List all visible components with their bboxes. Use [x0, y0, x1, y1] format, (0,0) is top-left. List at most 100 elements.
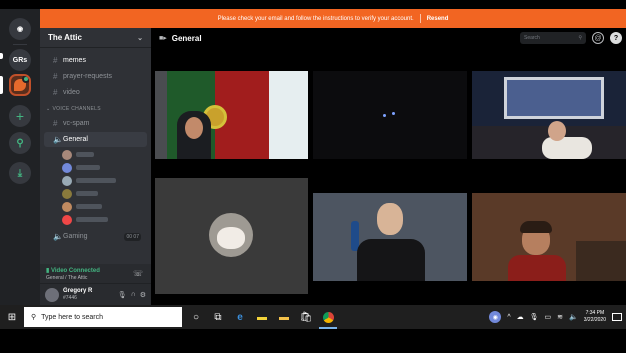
avatar [62, 162, 72, 173]
server-divider [13, 44, 27, 45]
channel-label: General [63, 136, 88, 143]
search-icon: ⚲ [31, 314, 37, 321]
video-camera-icon: ■▸ [159, 35, 167, 42]
volume-icon[interactable]: 🔈 [569, 313, 578, 321]
avatar [62, 214, 72, 225]
channel-title: General [171, 33, 202, 43]
cloud-icon[interactable]: ☁ [517, 313, 524, 321]
avatar-tile[interactable] [155, 178, 308, 294]
connection-location: General / The Attic [46, 275, 88, 281]
video-call-area: ■▸ General Search ⚲ @ ? [151, 28, 626, 305]
channel-label: memes [63, 57, 86, 64]
download-apps-button[interactable]: ⤓ [9, 162, 31, 184]
store-icon[interactable]: 🛍 [299, 310, 313, 324]
wifi-icon[interactable]: ≋ [557, 313, 563, 321]
search-input[interactable]: Search ⚲ [520, 32, 586, 44]
guild-header[interactable]: The Attic ⌄ [40, 28, 151, 48]
microphone-icon[interactable]: 🎙 [530, 313, 539, 321]
user-discriminator: #7446 [63, 295, 77, 301]
voice-connection-panel: ▮ Video Connected General / The Attic ☏ [40, 264, 151, 284]
avatar [62, 188, 72, 199]
video-tile[interactable] [472, 71, 626, 159]
voice-channel-gaming[interactable]: 🔈 Gaming 00 07 [44, 229, 147, 244]
avatar[interactable] [45, 287, 59, 302]
voice-user[interactable] [40, 161, 151, 174]
taskbar-search-input[interactable]: ⚲ Type here to search [24, 307, 182, 327]
channel-label: prayer-requests [63, 73, 113, 80]
avatar [62, 201, 72, 212]
add-server-button[interactable]: + [9, 105, 31, 127]
blurred-username [76, 152, 94, 157]
mentions-icon[interactable]: @ [592, 32, 604, 44]
windows-start-button[interactable]: ⊞ [0, 312, 24, 323]
avatar [62, 175, 72, 186]
voice-user[interactable] [40, 213, 151, 226]
search-icon: ⚲ [16, 137, 24, 149]
connection-status: ▮ Video Connected [46, 268, 100, 274]
chevron-down-icon: ⌄ [137, 34, 143, 42]
chevron-up-icon[interactable]: ^ [507, 314, 510, 321]
home-button[interactable]: ◉ [9, 18, 31, 40]
category-label: VOICE CHANNELS [52, 105, 101, 112]
chrome-browser-icon[interactable] [319, 310, 337, 329]
blurred-username [76, 204, 102, 209]
server-grs[interactable]: GRs [9, 49, 31, 71]
headphones-icon[interactable]: ∩ [131, 291, 136, 299]
system-tray: ◉ ^ ☁ 🎙 ▭ ≋ 🔈 7:34 PM 3/22/2020 [489, 310, 626, 324]
voice-category-header[interactable]: ⌄ VOICE CHANNELS [40, 102, 151, 115]
video-tile[interactable] [313, 71, 467, 159]
voice-active-indicator [22, 76, 29, 83]
avatar [62, 149, 72, 160]
download-icon: ⤓ [17, 167, 23, 179]
verify-email-banner: Please check your email and follow the i… [40, 9, 626, 28]
help-icon[interactable]: ? [610, 32, 622, 44]
windows-taskbar: ⊞ ⚲ Type here to search ○ ⧉ e ▬ ▬ 🛍 ◉ ^ … [0, 305, 626, 329]
signal-icon: ▮ [46, 268, 50, 274]
channel-label: Gaming [63, 233, 88, 240]
channel-video[interactable]: # video [44, 85, 147, 100]
letterbox [0, 329, 626, 353]
blurred-username [76, 165, 100, 170]
voice-user[interactable] [40, 148, 151, 161]
user-panel: Gregory R #7446 🎙 ∩ ⚙ [40, 284, 151, 305]
blurred-username [76, 178, 116, 183]
speaker-icon: 🔈 [53, 232, 63, 241]
voice-user[interactable] [40, 200, 151, 213]
hash-icon: # [53, 72, 58, 81]
video-tile[interactable] [472, 193, 626, 281]
channel-vc-spam[interactable]: # vc-spam [44, 116, 147, 131]
video-tile[interactable] [313, 193, 467, 281]
voice-user[interactable] [40, 174, 151, 187]
plus-icon: + [15, 108, 25, 124]
microphone-icon[interactable]: 🎙 [118, 291, 127, 299]
clock[interactable]: 7:34 PM 3/22/2020 [584, 310, 606, 324]
file-explorer-icon[interactable]: ▬ [277, 310, 291, 324]
windows-logo-icon: ⊞ [7, 311, 17, 323]
channel-prayer-requests[interactable]: # prayer-requests [44, 69, 147, 84]
explore-servers-button[interactable]: ⚲ [9, 132, 31, 154]
channel-sidebar: The Attic ⌄ # memes # prayer-requests # … [40, 28, 151, 305]
gear-icon[interactable]: ⚙ [140, 291, 146, 299]
voice-channel-general[interactable]: 🔈 General [44, 132, 147, 147]
channel-memes[interactable]: # memes [44, 53, 147, 68]
task-view-icon[interactable]: ⧉ [211, 310, 225, 324]
selected-server-indicator [0, 76, 3, 94]
server-the-attic[interactable] [9, 74, 31, 96]
blurred-username [76, 191, 98, 196]
edge-browser-icon[interactable]: e [233, 310, 247, 324]
cortana-icon[interactable]: ○ [189, 310, 203, 324]
notification-icon[interactable] [612, 313, 622, 321]
blurred-username [76, 217, 108, 222]
discord-tray-icon[interactable]: ◉ [489, 311, 502, 323]
banner-message: Please check your email and follow the i… [217, 15, 414, 22]
sticky-notes-icon[interactable]: ▬ [255, 310, 269, 324]
resend-button[interactable]: Resend [427, 16, 449, 22]
guild-name: The Attic [48, 33, 82, 42]
disconnect-icon[interactable]: ☏ [133, 269, 143, 278]
search-icon: ⚲ [578, 35, 582, 41]
voice-user[interactable] [40, 187, 151, 200]
video-tile[interactable] [155, 71, 308, 159]
channel-label: vc-spam [63, 120, 90, 127]
battery-icon[interactable]: ▭ [545, 313, 552, 321]
hash-icon: # [53, 56, 58, 65]
